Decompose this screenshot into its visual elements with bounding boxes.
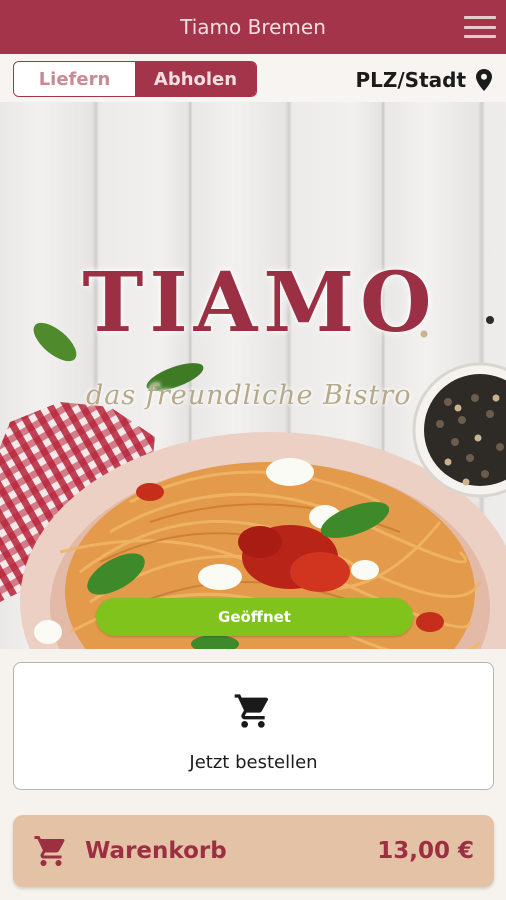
shopping-cart-icon	[234, 694, 269, 728]
hero-illustration	[0, 316, 506, 649]
brand-logo: TIAMO	[82, 255, 438, 351]
location-label: PLZ/Stadt	[355, 68, 466, 92]
delivery-mode-toggle: Liefern Abholen	[13, 61, 257, 97]
mode-option-liefern[interactable]: Liefern	[14, 62, 135, 96]
cart-total: 13,00 €	[377, 838, 474, 864]
cart-label: Warenkorb	[85, 838, 227, 864]
hero-banner: TIAMO das freundliche Bistro	[0, 102, 506, 649]
app-title: Tiamo Bremen	[180, 15, 326, 39]
mode-option-abholen[interactable]: Abholen	[135, 62, 256, 96]
location-pin-icon	[476, 69, 492, 91]
app-header: Tiamo Bremen	[0, 0, 506, 54]
order-now-button[interactable]: Jetzt bestellen	[13, 662, 494, 790]
hamburger-menu-icon[interactable]	[462, 12, 498, 42]
open-status-badge[interactable]: Geöffnet	[96, 598, 413, 636]
brand-tagline: das freundliche Bistro	[86, 380, 412, 411]
order-now-label: Jetzt bestellen	[189, 752, 318, 773]
cart-bar[interactable]: Warenkorb 13,00 €	[13, 815, 494, 887]
location-selector[interactable]: PLZ/Stadt	[355, 64, 492, 96]
shopping-cart-icon	[34, 836, 65, 866]
